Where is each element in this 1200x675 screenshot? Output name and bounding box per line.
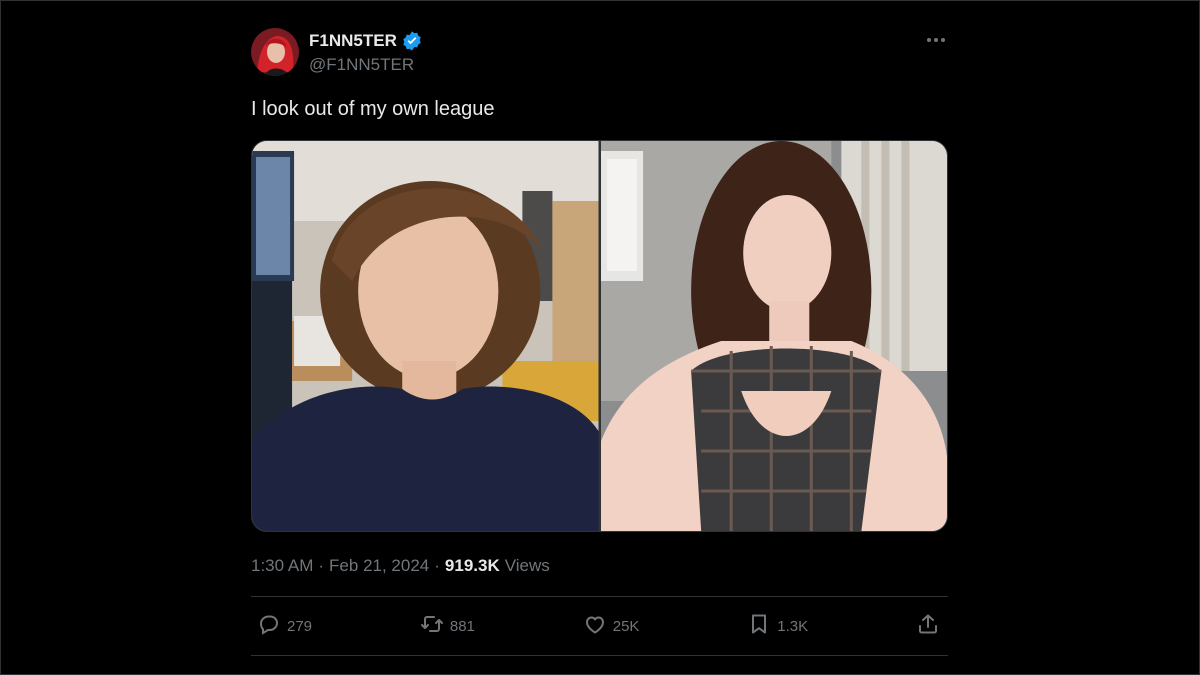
meta-separator: · (318, 556, 325, 575)
avatar[interactable] (251, 28, 299, 76)
tweet-meta: 1:30 AM · Feb 21, 2024 · 919.3K Views (251, 556, 948, 576)
reply-icon (257, 612, 281, 640)
like-button[interactable]: 25K (583, 612, 640, 640)
views-label: Views (504, 556, 550, 575)
like-icon (583, 612, 607, 640)
media-grid (251, 140, 948, 532)
action-bar: 279 881 25K 1.3K (251, 596, 948, 656)
views-count: 919.3K (444, 556, 500, 575)
like-count: 25K (612, 617, 640, 635)
author-handle[interactable]: @F1NN5TER (309, 55, 423, 75)
share-button[interactable] (916, 612, 940, 640)
bookmark-icon (747, 612, 771, 640)
display-name[interactable]: F1NN5TER (309, 31, 397, 51)
tweet-date[interactable]: Feb 21, 2024 (329, 556, 429, 576)
reply-count: 279 (287, 617, 313, 635)
display-name-row: F1NN5TER (309, 30, 423, 52)
tweet: F1NN5TER @F1NN5TER I look out of my own … (251, 28, 948, 656)
verified-badge-icon (401, 30, 423, 52)
repost-icon (420, 612, 444, 640)
meta-separator: · (434, 556, 440, 575)
share-icon (916, 612, 940, 640)
author-names: F1NN5TER @F1NN5TER (309, 30, 423, 75)
photo-left[interactable] (252, 141, 599, 531)
tweet-text: I look out of my own league (251, 98, 495, 120)
photo-right[interactable] (600, 141, 947, 531)
bookmark-count: 1.3K (777, 617, 809, 635)
tweet-header: F1NN5TER @F1NN5TER (251, 28, 948, 80)
reply-button[interactable]: 279 (257, 612, 312, 640)
repost-button[interactable]: 881 (420, 612, 475, 640)
bookmark-button[interactable]: 1.3K (747, 612, 808, 640)
repost-count: 881 (449, 617, 475, 635)
tweet-time[interactable]: 1:30 AM (251, 556, 313, 576)
more-options-icon[interactable] (924, 32, 948, 48)
